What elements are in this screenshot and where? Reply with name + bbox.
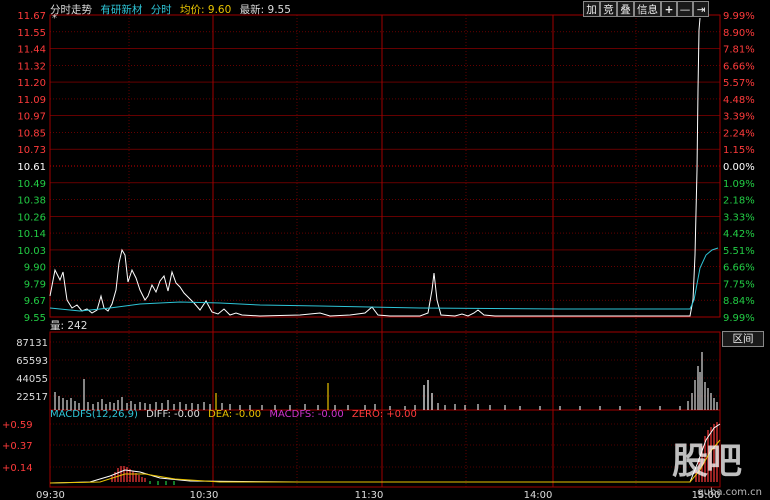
volume-tick-label: 87131 [16,338,48,349]
price-tick-label: 10.03 [17,246,46,257]
volume-label: 量: 242 [50,320,88,332]
percent-tick-label: 2.18% [723,196,755,207]
price-tick-label: 10.38 [17,196,46,207]
percent-tick-label: 0.00% [723,162,755,173]
percent-tick-label: 6.66% [723,61,755,72]
percent-tick-label: 1.15% [723,145,755,156]
price-tick-label: 11.09 [17,95,46,106]
stock-name[interactable]: 有研新材 [100,4,142,16]
stock-chart-window: 11.67 9.99% 11.55 8.90% 11.44 7.81% 11.32 6.66%… [0,0,770,500]
jump-end-button[interactable]: ⇥ [693,1,709,17]
percent-tick-label: 3.33% [723,212,755,223]
percent-tick-label: 9.99% [723,11,755,22]
price-panel-frame [49,14,721,318]
price-tick-label: 9.67 [24,296,46,307]
info-button[interactable]: 信息 [634,1,661,17]
price-tick-label: 10.26 [17,212,46,223]
percent-tick-label: 5.51% [723,246,755,257]
percent-tick-label: 4.48% [723,95,755,106]
mode-label: 分时 [150,4,172,16]
price-tick-label: 11.44 [17,45,46,56]
macd-diff: DIFF: -0.00 [146,409,200,420]
price-tick-label: 9.55 [24,313,46,324]
intraday-chart[interactable]: 11.67 9.99% 11.55 8.90% 11.44 7.81% 11.32 6.66%… [0,0,770,500]
avg-price: 均价: 9.60 [180,4,232,16]
time-tick-label: 11:30 [355,490,384,500]
watermark-url: guba.com.cn [697,487,762,498]
macd-tick-label: +0.59 [2,420,33,431]
volume-tick-label: 65593 [16,356,48,367]
percent-tick-label: 9.99% [723,313,755,324]
zoom-out-button[interactable]: — [677,1,693,17]
percent-tick-label: 7.81% [723,45,755,56]
percent-tick-label: 8.84% [723,296,755,307]
macd-dea-line [49,439,721,484]
guba-logo: 股吧 [672,441,742,482]
star-mark: * [52,13,57,24]
percent-tick-label: 2.24% [723,128,755,139]
percent-tick-label: 6.66% [723,263,755,274]
macd-name: MACDFS(12,26,9) [50,409,138,420]
volume-tick-label: 44055 [16,374,48,385]
add-button[interactable]: 加 [583,1,600,17]
volume-tick-label: 22517 [16,392,48,403]
macd-dea: DEA: -0.00 [208,409,262,420]
macd-zero: ZERO: +0.00 [351,409,417,420]
percent-tick-label: 5.57% [723,78,755,89]
price-tick-label: 10.97 [17,112,46,123]
average-price-line [49,247,719,312]
time-tick-label: 10:30 [190,490,219,500]
time-tick-label: 09:30 [36,490,65,500]
price-tick-label: 9.90 [24,263,46,274]
percent-tick-label: 7.75% [723,279,755,290]
price-tick-label: 10.49 [17,179,46,190]
percent-tick-label: 1.09% [723,179,755,190]
percent-tick-label: 8.90% [723,28,755,39]
volume-panel-frame [49,331,721,411]
range-button[interactable]: 区间 [722,331,764,347]
percent-tick-label: 4.42% [723,229,755,240]
zoom-in-button[interactable]: + [661,1,677,17]
macd-tick-label: +0.37 [2,441,33,452]
percent-tick-label: 3.39% [723,112,755,123]
time-tick-label: 14:00 [524,490,553,500]
price-tick-label: 10.73 [17,145,46,156]
chart-header: 分时走势 有研新材 分时 均价: 9.60 最新: 9.55 [50,2,296,17]
price-line [49,17,701,317]
price-tick-label: 9.79 [24,279,46,290]
latest-price: 最新: 9.55 [239,4,291,16]
price-tick-label: 11.20 [17,78,46,89]
compete-button[interactable]: 竞 [600,1,617,17]
price-tick-label: 10.85 [17,128,46,139]
price-tick-label: 10.61 [17,162,46,173]
price-tick-label: 11.32 [17,61,46,72]
price-tick-label: 11.55 [17,28,46,39]
macd-tick-label: +0.14 [2,463,33,474]
macd-macdfs: MACDFS: -0.00 [269,409,344,420]
overlay-button[interactable]: 叠 [617,1,634,17]
price-tick-label: 11.67 [17,11,46,22]
macd-diff-line [49,423,721,484]
macd-header: MACDFS(12,26,9) DIFF: -0.00 DEA: -0.00 M… [50,409,422,420]
price-tick-label: 10.14 [17,229,46,240]
